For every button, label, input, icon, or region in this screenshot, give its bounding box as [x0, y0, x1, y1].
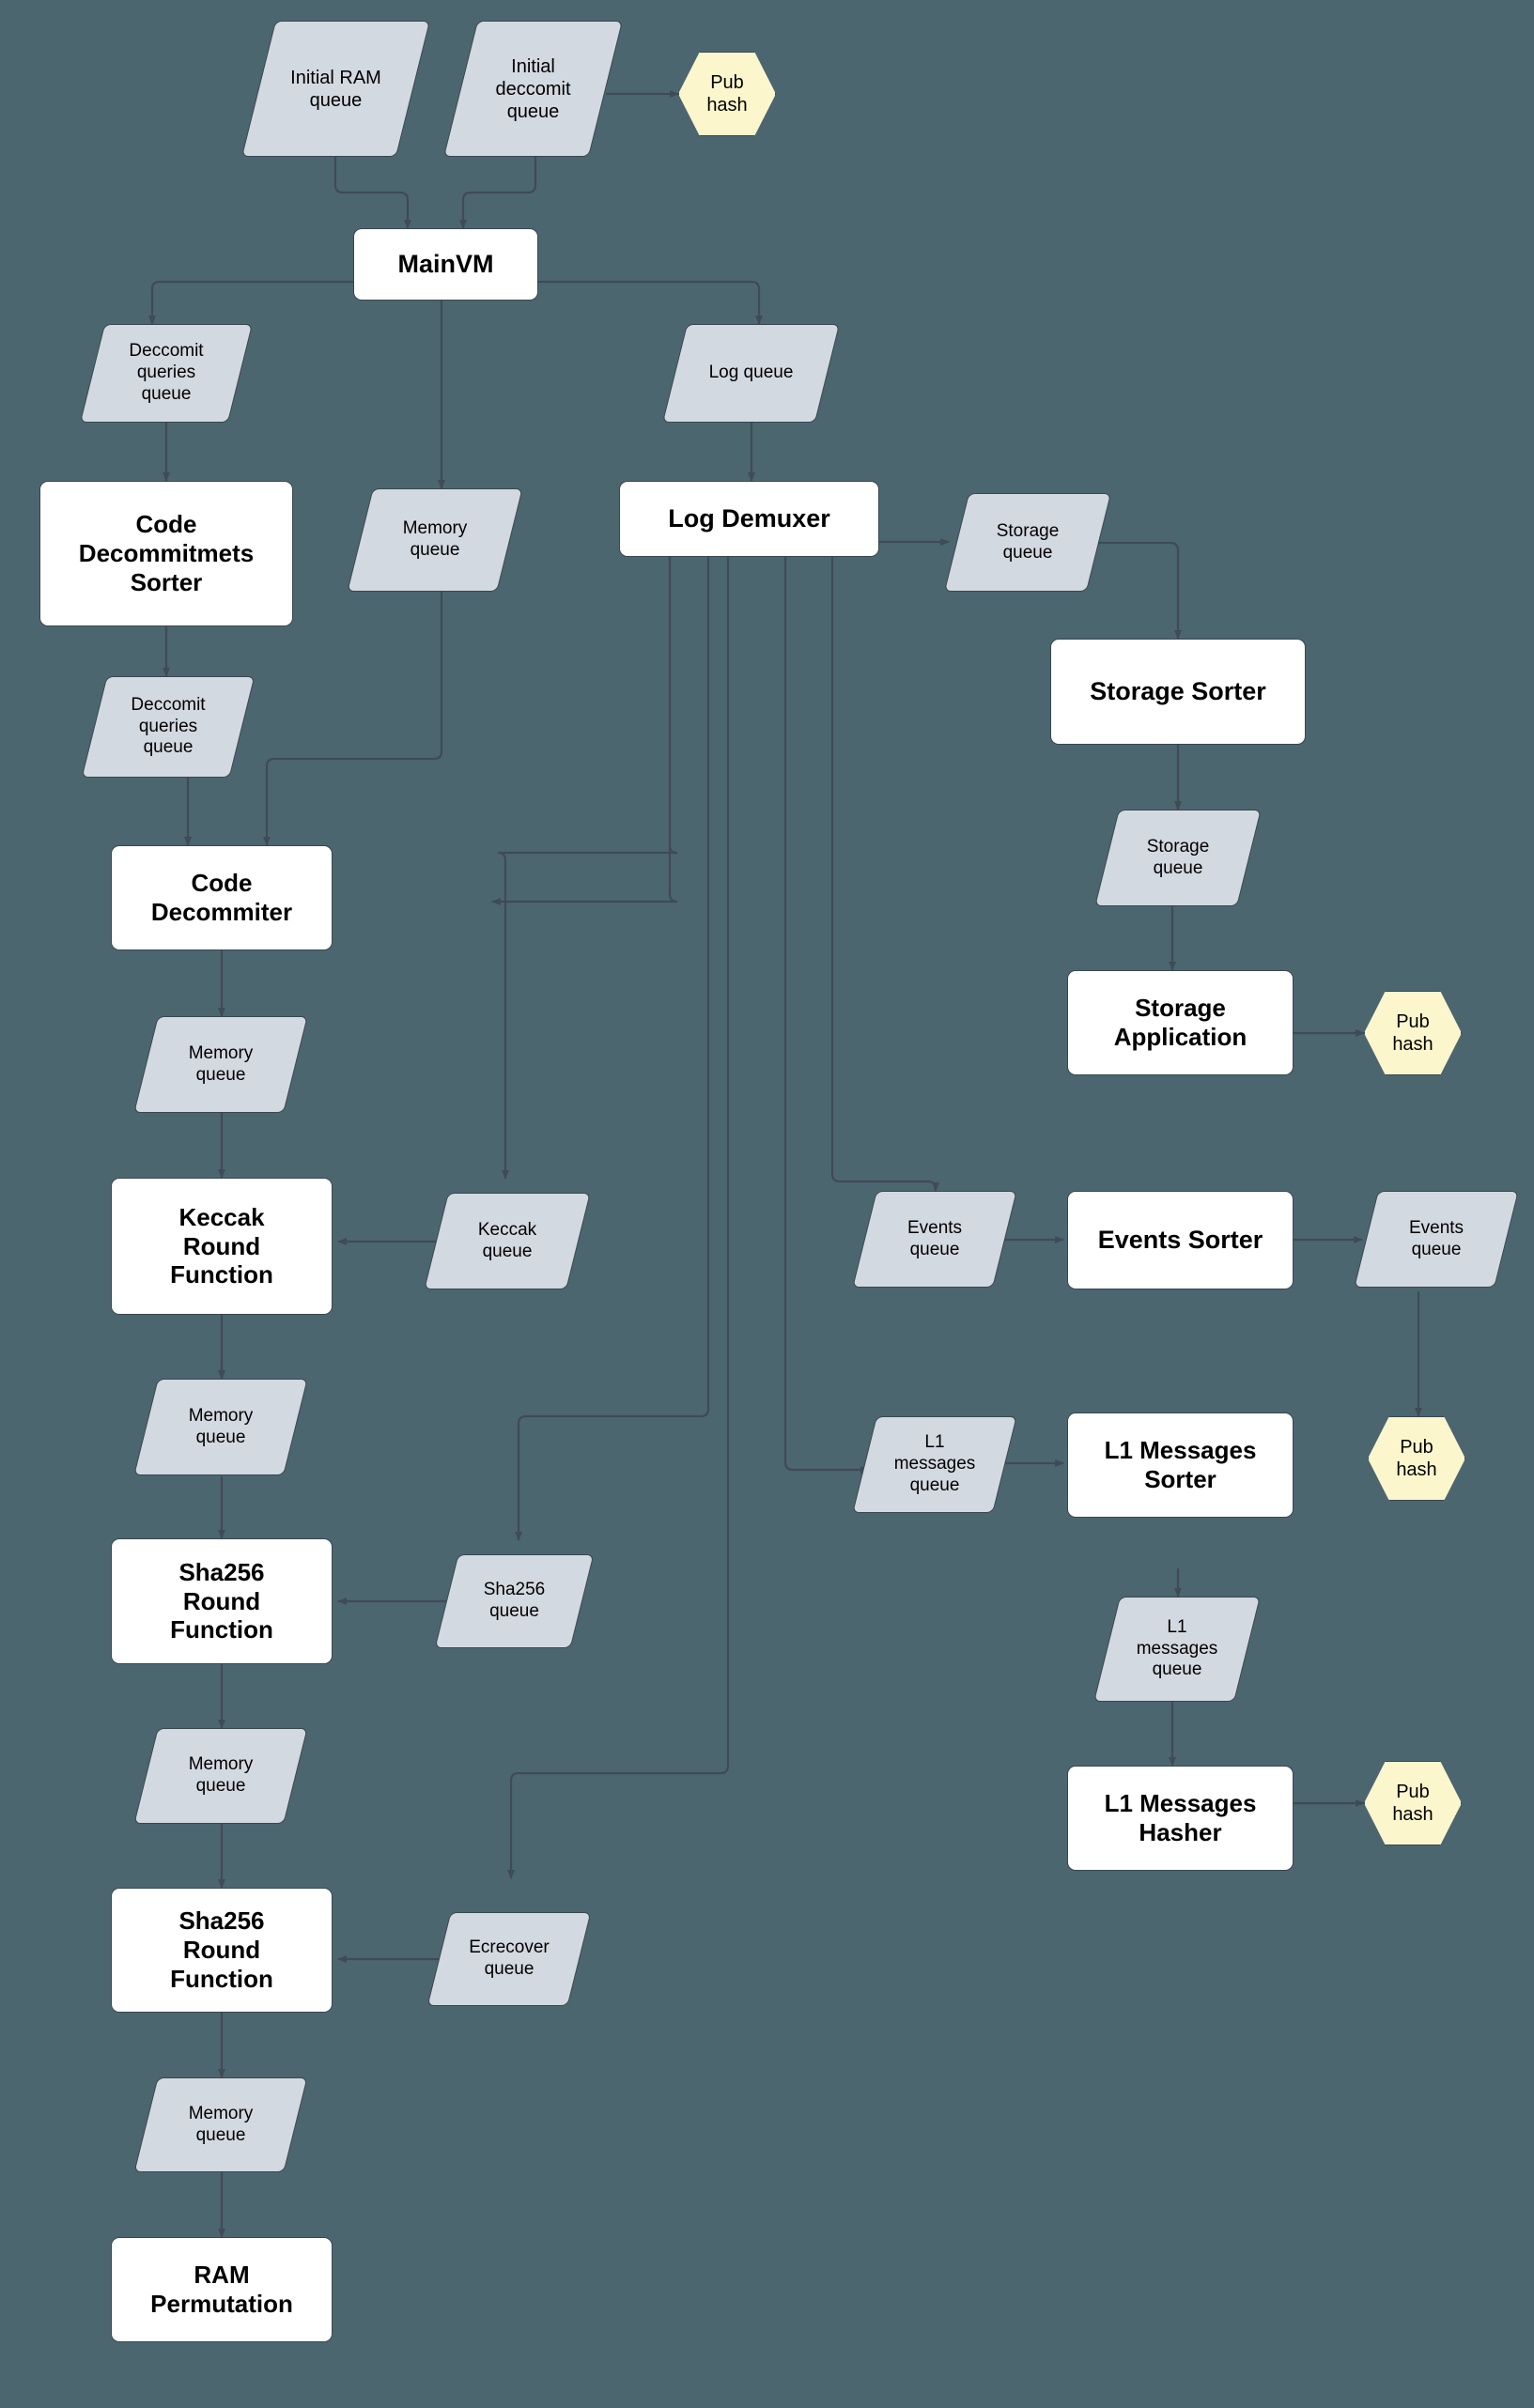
node-label: Pub hash: [1392, 1011, 1433, 1055]
node-label: Memory queue: [188, 1405, 254, 1447]
node-label: Memory queue: [188, 1042, 254, 1085]
node-events-queue-2[interactable]: Events queue: [1354, 1191, 1519, 1288]
node-memory-queue-3[interactable]: Memory queue: [133, 1379, 308, 1475]
node-label: Sha256 Round Function: [170, 1906, 273, 1993]
node-ecrecover-queue[interactable]: Ecrecover queue: [426, 1912, 592, 2006]
node-label: Keccak queue: [477, 1219, 537, 1261]
node-label: Pub hash: [1392, 1781, 1433, 1825]
node-storage-application[interactable]: Storage Application: [1067, 970, 1294, 1075]
node-label: L1 messages queue: [1136, 1616, 1218, 1680]
node-label: Storage queue: [1146, 836, 1210, 878]
node-ram-permutation[interactable]: RAM Permutation: [111, 2237, 333, 2342]
node-label: L1 Messages Sorter: [1104, 1436, 1257, 1493]
node-label: Keccak Round Function: [170, 1202, 273, 1289]
node-label: Events queue: [1408, 1217, 1464, 1259]
node-label: Events Sorter: [1097, 1225, 1263, 1254]
node-sha256-round-function-1[interactable]: Sha256 Round Function: [111, 1538, 333, 1664]
node-keccak-round-function[interactable]: Keccak Round Function: [111, 1178, 333, 1315]
node-deccomit-queries-queue-2[interactable]: Deccomit queries queue: [81, 676, 256, 778]
node-l1-messages-queue-1[interactable]: L1 messages queue: [852, 1416, 1017, 1513]
node-main-vm[interactable]: MainVM: [353, 228, 538, 301]
node-log-queue[interactable]: Log queue: [661, 324, 841, 423]
node-label: L1 Messages Hasher: [1104, 1789, 1257, 1846]
node-storage-queue-1[interactable]: Storage queue: [943, 493, 1112, 592]
node-pub-hash-2[interactable]: Pub hash: [1364, 991, 1462, 1075]
node-label: Memory queue: [188, 1754, 254, 1796]
node-l1-messages-hasher[interactable]: L1 Messages Hasher: [1067, 1766, 1294, 1871]
node-pub-hash-4[interactable]: Pub hash: [1364, 1761, 1462, 1845]
node-label: RAM Permutation: [150, 2261, 293, 2318]
node-label: Initial RAM queue: [290, 67, 381, 111]
node-label: Storage queue: [996, 520, 1060, 563]
node-pub-hash-1[interactable]: Pub hash: [678, 52, 776, 136]
node-label: Log queue: [708, 363, 794, 383]
node-label: Sha256 Round Function: [170, 1557, 273, 1644]
node-log-demuxer[interactable]: Log Demuxer: [619, 481, 879, 557]
node-initial-ram-queue[interactable]: Initial RAM queue: [240, 21, 431, 157]
node-memory-queue-4[interactable]: Memory queue: [133, 1728, 308, 1824]
node-label: Events queue: [906, 1217, 963, 1259]
node-sha256-round-function-2[interactable]: Sha256 Round Function: [111, 1888, 333, 2013]
node-label: Memory queue: [188, 2103, 254, 2145]
node-label: Pub hash: [706, 71, 748, 116]
diagram-canvas: Initial RAM queue Initial deccomit queue…: [0, 0, 1534, 2408]
node-l1-messages-queue-2[interactable]: L1 messages queue: [1093, 1597, 1261, 1702]
node-label: L1 messages queue: [893, 1432, 976, 1495]
node-label: Storage Application: [1113, 994, 1247, 1051]
node-sha256-queue[interactable]: Sha256 queue: [434, 1554, 595, 1648]
node-events-sorter[interactable]: Events Sorter: [1067, 1191, 1294, 1289]
node-memory-queue-1[interactable]: Memory queue: [347, 488, 523, 592]
node-label: Sha256 queue: [483, 1580, 546, 1621]
node-initial-deccomit-queue[interactable]: Initial deccomit queue: [442, 21, 624, 157]
node-label: Ecrecover queue: [469, 1937, 550, 1979]
node-pub-hash-3[interactable]: Pub hash: [1368, 1416, 1465, 1501]
node-code-decommiter[interactable]: Code Decommiter: [111, 845, 333, 950]
node-label: Code Decommitmets Sorter: [78, 510, 255, 596]
node-storage-sorter[interactable]: Storage Sorter: [1050, 639, 1306, 745]
node-label: Deccomit queries queue: [131, 694, 206, 758]
node-label: Deccomit queries queue: [129, 341, 204, 404]
node-label: Log Demuxer: [668, 503, 830, 533]
node-memory-queue-5[interactable]: Memory queue: [133, 2077, 308, 2172]
node-label: Code Decommiter: [150, 869, 293, 926]
node-label: Memory queue: [402, 518, 468, 560]
node-l1-messages-sorter[interactable]: L1 Messages Sorter: [1067, 1412, 1294, 1518]
node-code-decommitmets-sorter[interactable]: Code Decommitmets Sorter: [39, 481, 293, 626]
node-memory-queue-2[interactable]: Memory queue: [133, 1016, 308, 1113]
node-keccak-queue[interactable]: Keccak queue: [424, 1193, 591, 1289]
node-label: Pub hash: [1396, 1436, 1437, 1480]
node-label: Initial deccomit queue: [495, 55, 571, 122]
node-events-queue-1[interactable]: Events queue: [852, 1191, 1017, 1288]
node-label: Storage Sorter: [1090, 676, 1266, 705]
node-deccomit-queries-queue-1[interactable]: Deccomit queries queue: [79, 324, 254, 423]
node-storage-queue-2[interactable]: Storage queue: [1094, 810, 1262, 906]
node-label: MainVM: [397, 249, 494, 278]
